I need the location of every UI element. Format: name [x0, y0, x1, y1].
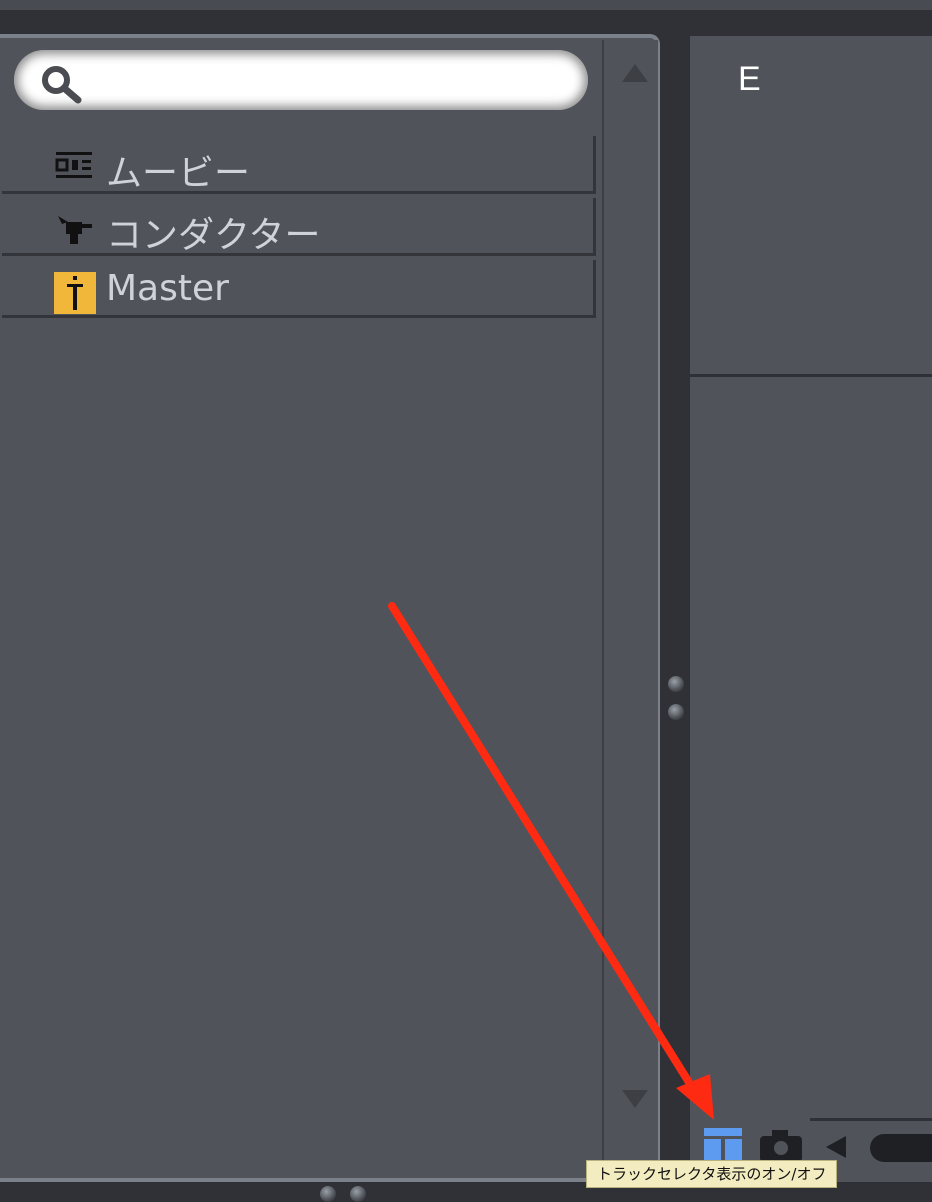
search-input[interactable] — [84, 62, 568, 100]
scroll-up-arrow-icon[interactable] — [622, 64, 648, 82]
track-selector-toggle-icon[interactable] — [704, 1128, 744, 1162]
track-label: コンダクター — [106, 215, 321, 256]
conductor-track-icon — [58, 216, 92, 244]
top-bar — [0, 0, 932, 10]
zoom-slider[interactable] — [870, 1134, 932, 1162]
splitter-handle[interactable] — [668, 704, 684, 720]
search-field[interactable] — [14, 50, 588, 110]
inspector-top-area: E — [690, 36, 932, 377]
movie-track-icon — [55, 152, 92, 178]
master-track-icon — [54, 272, 96, 314]
panel-letter: E — [738, 60, 761, 98]
track-label: Master — [106, 268, 229, 309]
track-row-conductor[interactable]: コンダクター — [2, 198, 596, 256]
divider — [810, 1118, 932, 1121]
play-left-icon[interactable] — [822, 1134, 848, 1160]
scroll-down-arrow-icon[interactable] — [622, 1090, 648, 1108]
track-row-movie[interactable]: ムービー — [2, 136, 596, 194]
splitter-handle[interactable] — [668, 676, 684, 692]
camera-icon[interactable] — [758, 1128, 804, 1162]
track-label: ムービー — [106, 153, 251, 194]
vertical-scrollbar[interactable] — [602, 40, 658, 1176]
search-icon — [42, 66, 82, 104]
track-row-master[interactable]: Master — [2, 260, 596, 318]
tooltip: トラックセレクタ表示のオン/オフ — [586, 1160, 838, 1188]
inspector-panel: E — [690, 36, 932, 1182]
